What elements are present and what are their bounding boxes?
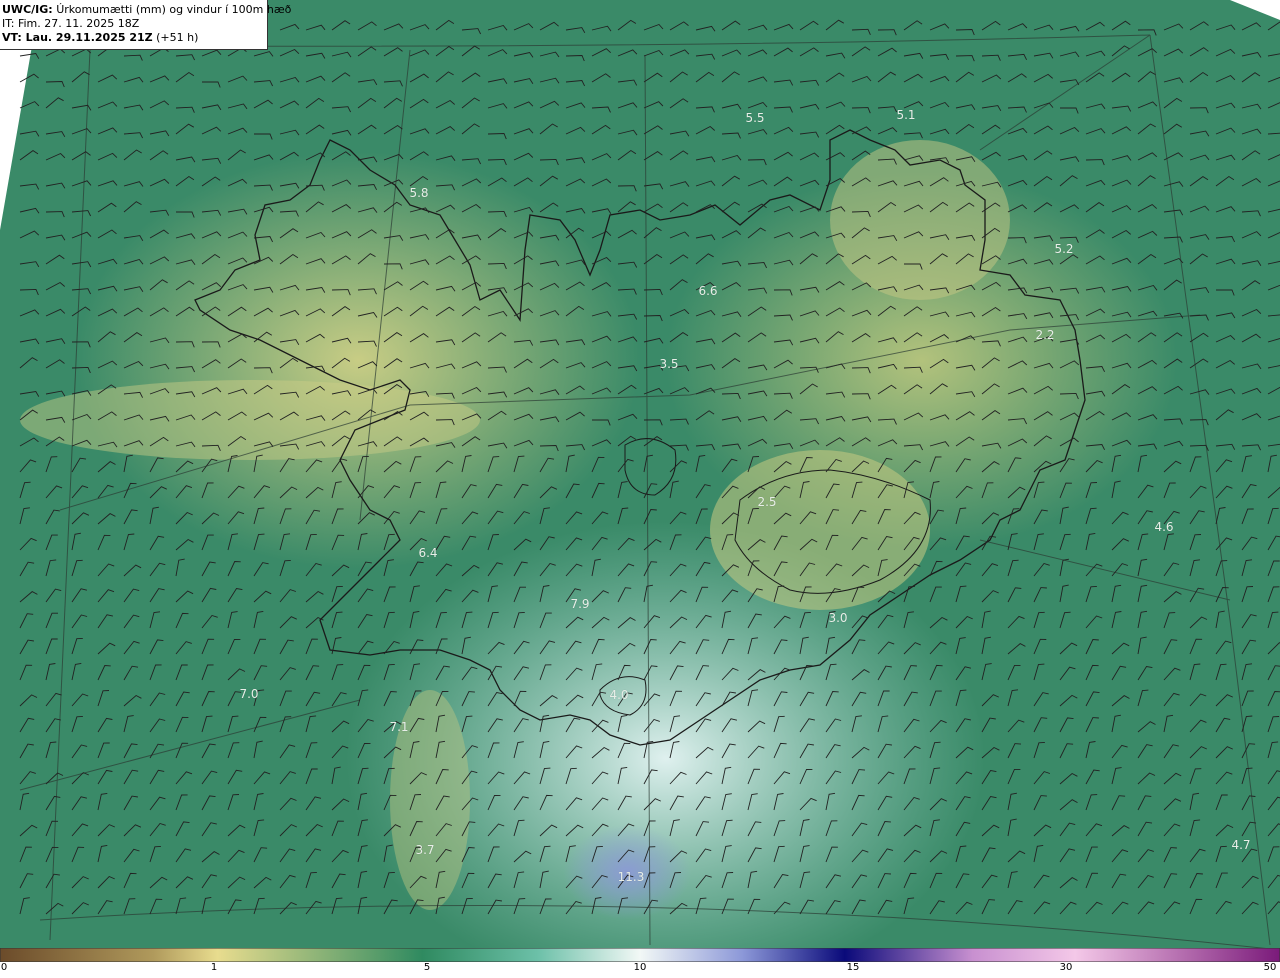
valid-time-line: VT: Lau. 29.11.2025 21Z (+51 h)	[2, 31, 267, 45]
map-value-label: 6.6	[698, 284, 718, 298]
forecast-offset: (+51 h)	[156, 31, 199, 44]
map-value-label: 5.2	[1054, 242, 1074, 256]
map-value-label: 4.6	[1154, 520, 1174, 534]
map-value-label: 2.5	[757, 495, 777, 509]
colorbar-tick: 50	[1263, 962, 1277, 973]
colorbar-tick: 10	[633, 962, 647, 973]
map-value-label: 5.5	[745, 111, 765, 125]
map-value-label: 3.5	[659, 357, 679, 371]
map-value-label: 6.4	[418, 546, 438, 560]
map-value-label: 7.0	[239, 687, 259, 701]
map-title: Úrkomumætti (mm) og vindur í 100m hæð	[56, 3, 292, 16]
map-value-label: 3.7	[415, 843, 435, 857]
map-value-label: 5.1	[896, 108, 916, 122]
colorbar-tick: 0	[0, 962, 8, 973]
map-title-box: UWC/IG: Úrkomumætti (mm) og vindur í 100…	[0, 0, 291, 50]
colorbar-tick: 5	[423, 962, 431, 973]
model-label: UWC/IG:	[2, 3, 53, 16]
map-area[interactable]: 5.5 5.1 5.8 5.2 6.6 3.5 2.2 2.5 4.6 6.4 …	[0, 0, 1280, 948]
map-value-label: 4.7	[1231, 838, 1251, 852]
map-value-label: 7.1	[389, 720, 409, 734]
map-value-label: 4.0	[609, 688, 629, 702]
map-value-label: 7.9	[570, 597, 590, 611]
initial-time: IT: Fim. 27. 11. 2025 18Z	[2, 17, 140, 30]
colorbar-tick: 15	[846, 962, 860, 973]
colorbar-tick: 1	[210, 962, 218, 973]
colorbar-tick: 30	[1059, 962, 1073, 973]
title-line: UWC/IG: Úrkomumætti (mm) og vindur í 100…	[2, 3, 291, 17]
map-value-label: 5.8	[409, 186, 429, 200]
colorbar-ticks: 0 1 5 10 15 30 50	[0, 962, 1280, 978]
map-value-label: 3.0	[828, 611, 848, 625]
map-value-label: 11.3	[617, 870, 645, 884]
valid-time: VT: Lau. 29.11.2025 21Z	[2, 31, 153, 44]
map-value-label: 2.2	[1035, 328, 1055, 342]
precipitation-wind-map	[0, 0, 1280, 948]
colorbar	[0, 948, 1280, 962]
